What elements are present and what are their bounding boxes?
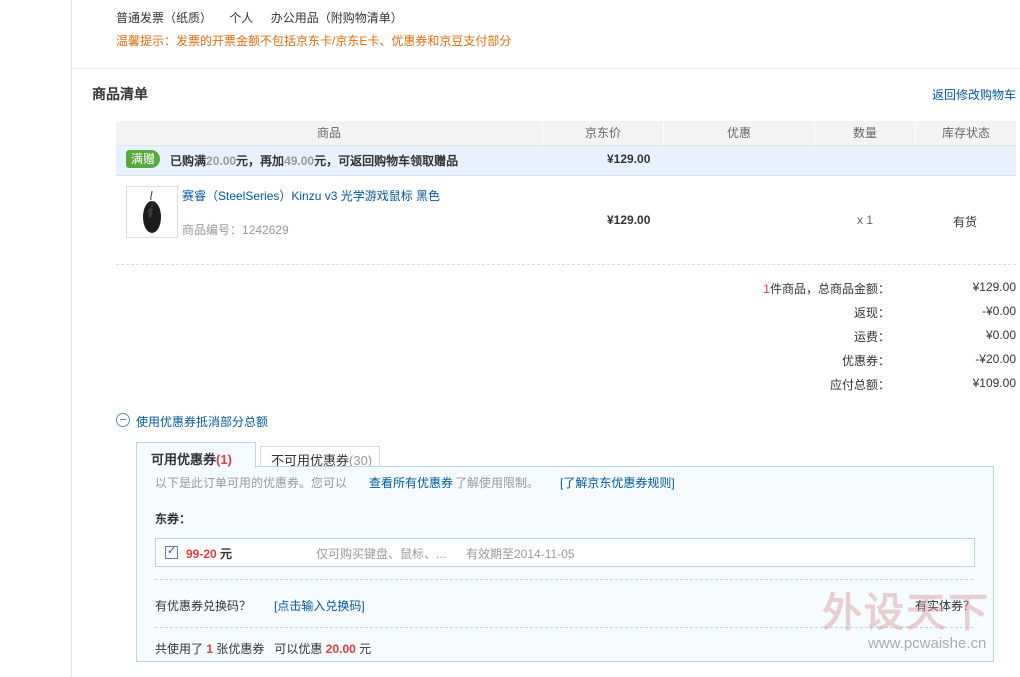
invoice-tip: 温馨提示：发票的开票金额不包括京东卡/京东E卡、优惠券和京豆支付部分 bbox=[116, 34, 512, 48]
tab-available-text: 可用优惠券 bbox=[151, 452, 217, 467]
back-to-cart-link[interactable]: 返回修改购物车 bbox=[932, 86, 1016, 103]
coupon-rules-link[interactable]: [了解京东优惠券规则] bbox=[560, 474, 675, 491]
tab-available-label: 可用优惠券(1) bbox=[151, 449, 232, 468]
cashback-value: -¥0.00 bbox=[981, 304, 1016, 318]
coupon-checkbox[interactable] bbox=[165, 544, 178, 559]
coupon-usage-summary: 共使用了 1 张优惠券 可以优惠 20.00 元 bbox=[155, 640, 371, 657]
tab-unavailable-coupons[interactable]: 不可用优惠券(30) bbox=[260, 446, 380, 468]
watermark-logo: 外设天下 www.pcwaishe.cn bbox=[818, 578, 1018, 658]
coupon-item[interactable]: 99-20 元 仅可购买键盘、鼠标、... 有效期至2014-11-05 bbox=[155, 538, 975, 567]
gift-promo-row: 满赠 已购满20.00元，再加49.00元，可返回购物车领取赠品 ¥129.00 bbox=[116, 146, 1016, 176]
used-text: 共使用了 bbox=[155, 642, 204, 656]
product-price: ¥129.00 bbox=[607, 213, 651, 227]
column-header-stock: 库存状态 bbox=[941, 126, 990, 140]
coupon-info-text: 以下是此订单可用的优惠券。您可以 bbox=[155, 476, 348, 490]
collapse-minus-icon[interactable] bbox=[116, 413, 130, 427]
save-amount: 20.00 bbox=[325, 642, 356, 656]
watermark-url: www.pcwaishe.cn bbox=[868, 635, 987, 652]
gift-text-part: 已购满 bbox=[170, 154, 207, 168]
gift-promo-text: 已购满20.00元，再加49.00元，可返回购物车领取赠品 bbox=[170, 152, 458, 169]
product-stock-status: 有货 bbox=[953, 215, 978, 229]
invoice-title: 个人 bbox=[229, 11, 254, 25]
save-text: 可以优惠 bbox=[274, 642, 323, 656]
section-divider bbox=[72, 68, 1020, 69]
cashback-label: 返现： bbox=[853, 306, 890, 320]
redeem-code-label: 有优惠券兑换码？ bbox=[155, 599, 252, 613]
column-header-product: 商品 bbox=[116, 121, 543, 145]
gift-threshold: 20.00 bbox=[206, 154, 237, 168]
page-title: 商品清单 bbox=[92, 86, 148, 102]
dong-coupon-label: 东券： bbox=[155, 512, 192, 526]
tab-available-count: (1) bbox=[216, 452, 232, 467]
coupon-amount: 99-20 元 bbox=[186, 545, 232, 562]
item-count: 1 bbox=[763, 282, 770, 296]
left-border-line bbox=[71, 0, 72, 677]
summary-total: ¥129.00 bbox=[972, 280, 1016, 294]
item-count-label: 件商品，总商品金额： bbox=[769, 282, 890, 296]
shipping-value: ¥0.00 bbox=[985, 328, 1016, 342]
sku-value: 1242629 bbox=[242, 223, 289, 237]
gift-badge: 满赠 bbox=[126, 150, 161, 168]
row-divider bbox=[116, 264, 1016, 265]
coupon-toggle-link[interactable]: 使用优惠券抵消部分总额 bbox=[136, 413, 268, 430]
shipping-label: 运费： bbox=[853, 330, 890, 344]
coupon-unit: 元 bbox=[220, 547, 233, 561]
invoice-type: 普通发票（纸质） bbox=[116, 11, 213, 25]
gift-text-part: 元，可返回购物车领取赠品 bbox=[314, 154, 459, 168]
coupon-discount-value: -¥20.00 bbox=[975, 352, 1016, 366]
coupon-limit: 仅可购买键盘、鼠标、... bbox=[316, 547, 447, 561]
column-header-price: 京东价 bbox=[543, 121, 664, 145]
product-image[interactable] bbox=[126, 186, 178, 238]
column-header-quantity: 数量 bbox=[815, 121, 916, 145]
coupon-value: 99-20 bbox=[186, 547, 217, 561]
watermark-text: 外设天下 bbox=[822, 591, 990, 635]
used-count: 1 bbox=[206, 642, 214, 656]
invoice-content: 办公用品（附购物清单） bbox=[270, 11, 403, 25]
save-unit: 元 bbox=[359, 642, 372, 656]
view-all-coupons-link[interactable]: 查看所有优惠券 bbox=[369, 474, 453, 491]
payable-value: ¥109.00 bbox=[972, 376, 1016, 390]
tab-available-coupons[interactable]: 可用优惠券(1) bbox=[136, 442, 256, 468]
summary-count: 1件商品，总商品金额： bbox=[763, 280, 890, 297]
mouse-image-icon bbox=[143, 190, 161, 233]
product-name-link[interactable]: 赛睿（SteelSeries）Kinzu v3 光学游戏鼠标 黑色 bbox=[182, 187, 440, 204]
gift-text-part: 元，再加 bbox=[236, 154, 285, 168]
used-unit: 张优惠券 bbox=[216, 642, 265, 656]
column-header-discount: 优惠 bbox=[664, 121, 815, 145]
coupon-expiry: 有效期至2014-11-05 bbox=[466, 547, 575, 561]
redeem-code-link[interactable]: [点击输入兑换码] bbox=[274, 597, 365, 614]
table-header: 商品 京东价 优惠 数量 库存状态 bbox=[116, 121, 1016, 146]
coupon-discount-label: 优惠券： bbox=[841, 354, 890, 368]
sku-label: 商品编号： bbox=[182, 223, 243, 237]
product-quantity: x 1 bbox=[857, 213, 874, 227]
gift-row-price: ¥129.00 bbox=[607, 152, 651, 166]
coupon-info-text2: 了解使用限制。 bbox=[455, 476, 540, 490]
product-sku: 商品编号：1242629 bbox=[182, 221, 289, 238]
gift-remaining: 49.00 bbox=[284, 154, 315, 168]
invoice-info: 普通发票（纸质） 个人 办公用品（附购物清单） bbox=[116, 9, 417, 26]
payable-label: 应付总额： bbox=[829, 378, 890, 392]
